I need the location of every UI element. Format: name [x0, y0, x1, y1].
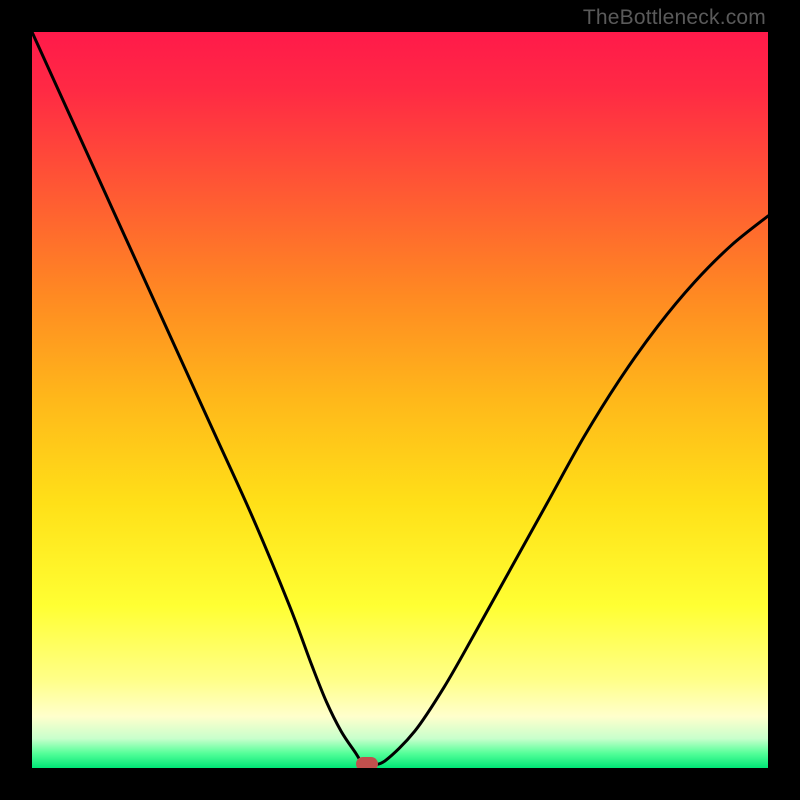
bottleneck-curve — [32, 32, 768, 765]
plot-area — [32, 32, 768, 768]
chart-frame: TheBottleneck.com — [0, 0, 800, 800]
watermark-text: TheBottleneck.com — [583, 6, 766, 30]
curve-svg — [32, 32, 768, 768]
minimum-marker — [356, 757, 378, 768]
